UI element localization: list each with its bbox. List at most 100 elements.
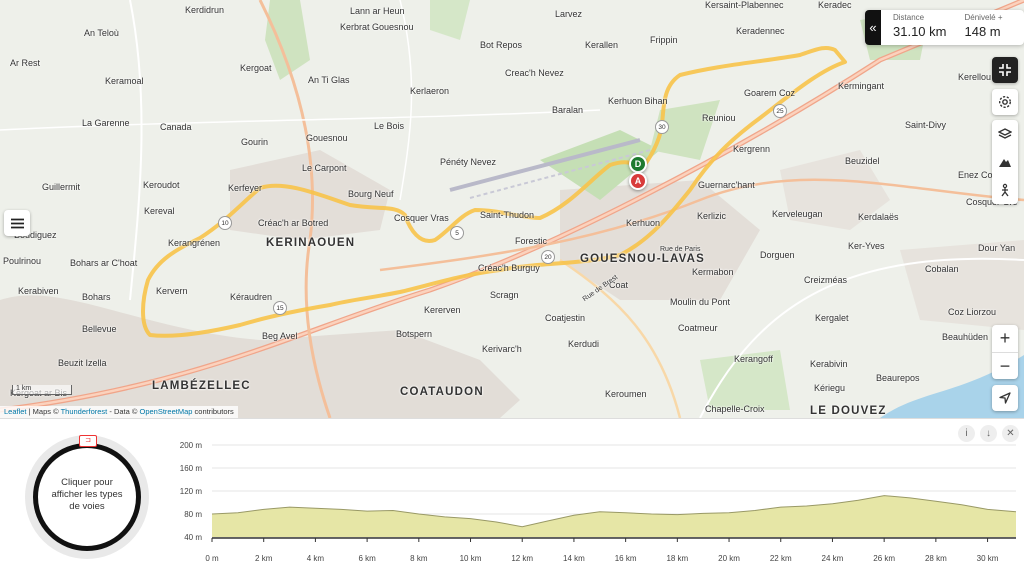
layers-icon[interactable] [998, 127, 1012, 141]
place-label: Kereval [144, 206, 175, 216]
y-tick-label: 160 m [180, 464, 203, 473]
place-label: Poulrinou [3, 256, 42, 266]
place-label: Keroumen [605, 389, 647, 399]
place-label: Kerlizic [697, 211, 727, 221]
place-label: An Ti Glas [308, 75, 350, 85]
place-label: Kériegu [814, 383, 846, 393]
elevation-cell: Dénivelé + 148 m [953, 10, 1024, 45]
elevation-label: Dénivelé + [964, 13, 1003, 22]
km-marker: 5 [450, 226, 464, 240]
attribution-text: - Data © [109, 407, 138, 416]
place-label: Kerbrat Gouesnou [340, 22, 414, 32]
thunderforest-link[interactable]: Thunderforest [61, 407, 108, 416]
place-label: Gouesnou [306, 133, 348, 143]
place-label: Cosquer Vras [394, 213, 449, 223]
town-label: COATAUDON [400, 386, 484, 398]
place-label: Dour Yan [978, 243, 1016, 253]
place-label: Kererven [424, 305, 461, 315]
place-label: Saint-Thudon [480, 210, 535, 220]
navigation-arrow-icon[interactable] [992, 385, 1018, 411]
zoom-control: + − [992, 325, 1018, 379]
place-label: Kerdudi [568, 339, 600, 349]
zoom-out-button[interactable]: − [992, 352, 1018, 379]
place-label: Kermingant [838, 81, 885, 91]
place-label: Bourg Neuf [348, 189, 394, 199]
double-chevron-left-icon[interactable]: « [865, 10, 881, 45]
attribution-text: contributors [194, 407, 234, 416]
km-marker: 25 [773, 104, 787, 118]
leaflet-link[interactable]: Leaflet [4, 407, 27, 416]
osm-link[interactable]: OpenStreetMap [140, 407, 193, 416]
town-label: KERINAOUEN [266, 237, 356, 249]
x-tick-label: 18 km [666, 554, 688, 563]
place-label: Cobalan [925, 264, 959, 274]
mountain-icon[interactable] [998, 155, 1012, 169]
x-tick-label: 22 km [770, 554, 792, 563]
x-tick-label: 14 km [563, 554, 585, 563]
x-tick-label: 12 km [511, 554, 533, 563]
place-label: Keroudot [143, 180, 180, 190]
place-label: Kerhuon [626, 218, 661, 228]
hiker-icon[interactable] [998, 183, 1012, 197]
x-tick-label: 0 m [205, 554, 219, 563]
place-label: Frippin [650, 35, 678, 45]
place-label: Baralan [552, 105, 584, 115]
settings-icon[interactable] [992, 89, 1018, 115]
layers-icon[interactable] [992, 120, 1018, 204]
place-label: Reuniou [702, 113, 736, 123]
elevation-value: 148 m [964, 24, 1001, 39]
place-label: Créac'h ar Botred [258, 218, 329, 228]
km-marker: 20 [541, 250, 555, 264]
start-marker[interactable]: D [629, 155, 647, 173]
place-label: Keramoal [105, 76, 144, 86]
elevation-chart[interactable]: 200 m 160 m 120 m 80 m 40 m 0 m 2 km 4 km 6 km 8 … [0, 419, 1024, 576]
place-label: Kerangrénen [168, 238, 221, 248]
place-label: Bohars ar C'hoat [70, 258, 138, 268]
end-marker[interactable]: A [629, 172, 647, 190]
place-label: Dorguen [760, 250, 795, 260]
place-label: Coz Liorzou [948, 307, 997, 317]
place-label: Keradec [818, 0, 852, 10]
km-marker: 30 [655, 120, 669, 134]
elevation-area [212, 495, 1016, 537]
place-label: Gourin [241, 137, 269, 147]
place-label: Chapelle-Croix [705, 404, 765, 414]
place-label: Ker-Yves [848, 241, 885, 251]
place-label: Kerdalaës [858, 212, 899, 222]
hamburger-icon[interactable] [4, 210, 30, 236]
route-map[interactable]: Kerdidrun Lann ar Heun Larvez Kersaint-P… [0, 0, 1024, 418]
place-label: Kergrenn [733, 144, 771, 154]
collapse-fullscreen-icon[interactable] [992, 57, 1018, 83]
place-label: Kerfeyer [228, 183, 263, 193]
place-label: Kervern [156, 286, 188, 296]
place-label: Ar Rest [10, 58, 41, 68]
place-label: Kergoat [240, 63, 272, 73]
place-label: Le Bois [374, 121, 405, 131]
x-tick-label: 24 km [822, 554, 844, 563]
place-label: Beauhüden [942, 332, 989, 342]
place-label: Créac'h Burguy [478, 263, 540, 273]
x-tick-label: 28 km [925, 554, 947, 563]
x-tick-label: 30 km [977, 554, 999, 563]
place-label: Kersaint-Plabennec [705, 0, 784, 10]
distance-value: 31.10 km [893, 24, 947, 39]
place-label: Kerveleugan [772, 209, 823, 219]
place-label: Le Carpont [302, 163, 347, 173]
place-label: Botspern [396, 329, 433, 339]
x-tick-label: 10 km [460, 554, 482, 563]
place-label: Beg Avel [262, 331, 298, 341]
attribution-text: | Maps © [28, 407, 59, 416]
place-label: Kerallen [585, 40, 619, 50]
route-stats-box: « Distance 31.10 km Dénivelé + 148 m [865, 10, 1024, 45]
place-label: An Teloù [84, 28, 119, 38]
place-label: Coatjestin [545, 313, 586, 323]
place-label: Pénéty Nevez [440, 157, 497, 167]
place-label: Saint-Divy [905, 120, 947, 130]
zoom-in-button[interactable]: + [992, 325, 1018, 352]
place-label: Creizméas [804, 275, 848, 285]
town-label: GOUESNOU-LAVAS [580, 253, 705, 265]
place-label: Bot Repos [480, 40, 523, 50]
place-label: Kerlaeron [410, 86, 450, 96]
y-tick-label: 200 m [180, 441, 203, 450]
street-label: Rue de Paris [660, 246, 701, 253]
